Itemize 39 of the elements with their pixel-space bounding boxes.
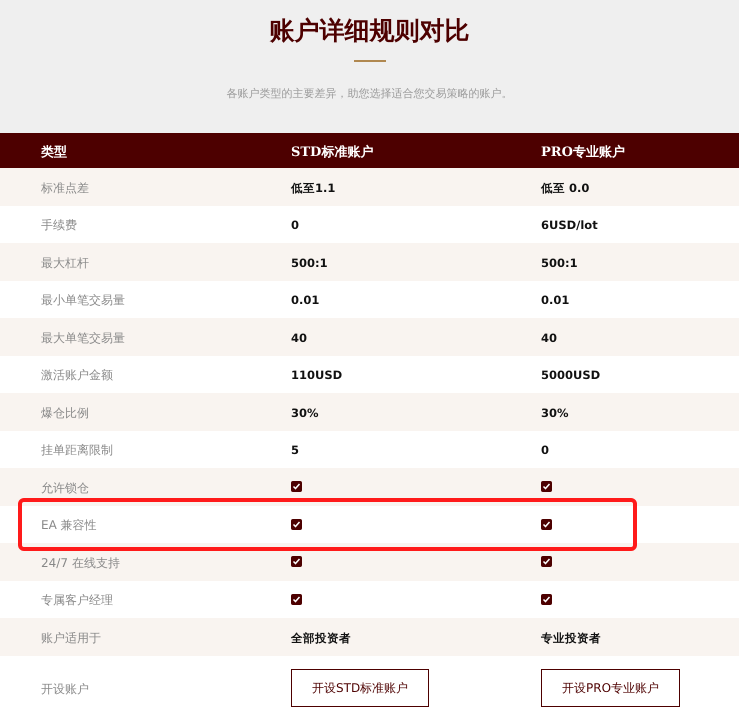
- row-label: 账户适用于: [41, 630, 101, 647]
- table-cell: 5: [291, 442, 300, 460]
- table-cell: 0.01: [291, 292, 320, 310]
- table-cell: 0: [291, 217, 300, 234]
- table-cell: 500:1: [541, 254, 578, 272]
- table-cell: 30%: [291, 404, 319, 422]
- row-label: 最大单笔交易量: [41, 330, 125, 347]
- open-account-button[interactable]: 开设PRO专业账户: [541, 669, 680, 707]
- row-label: 24/7 在线支持: [41, 554, 120, 572]
- table-cell: 低至1.1: [291, 180, 336, 197]
- table-cell: 40: [541, 330, 558, 347]
- column-header: STD标准账户: [291, 144, 374, 162]
- row-label: 挂单距离限制: [41, 442, 113, 460]
- row-label: 爆仓比例: [41, 404, 89, 422]
- row-label: 手续费: [41, 217, 77, 234]
- open-account-button[interactable]: 开设STD标准账户: [291, 669, 430, 707]
- row-label: 标准点差: [41, 180, 89, 197]
- row-label: EA 兼容性: [41, 517, 97, 534]
- column-header: PRO专业账户: [541, 144, 625, 162]
- table-cell: 30%: [541, 404, 569, 422]
- table-cell: 全部投资者: [291, 630, 351, 647]
- table-cell: 40: [291, 330, 308, 347]
- table-cell: 500:1: [291, 254, 328, 272]
- table-cell: 低至 0.0: [541, 180, 590, 197]
- table-cell: 5000USD: [541, 367, 600, 384]
- column-header: 类型: [41, 144, 67, 162]
- row-label: 专属客户经理: [41, 592, 113, 610]
- row-label: 最小单笔交易量: [41, 292, 125, 310]
- table-cell: 0: [541, 442, 550, 460]
- page-title: 账户详细规则对比: [270, 16, 470, 46]
- table-cell: 专业投资者: [541, 630, 601, 647]
- row-label: 允许锁仓: [41, 480, 89, 497]
- table-cell: 110USD: [291, 367, 342, 384]
- table-cell: 0.01: [541, 292, 570, 310]
- row-label: 激活账户金额: [41, 367, 113, 384]
- page-subtitle: 各账户类型的主要差异，助您选择适合您交易策略的账户。: [226, 86, 512, 102]
- row-label: 最大杠杆: [41, 254, 89, 272]
- table-cell: 6USD/lot: [541, 217, 598, 234]
- row-label: 开设账户: [41, 681, 89, 698]
